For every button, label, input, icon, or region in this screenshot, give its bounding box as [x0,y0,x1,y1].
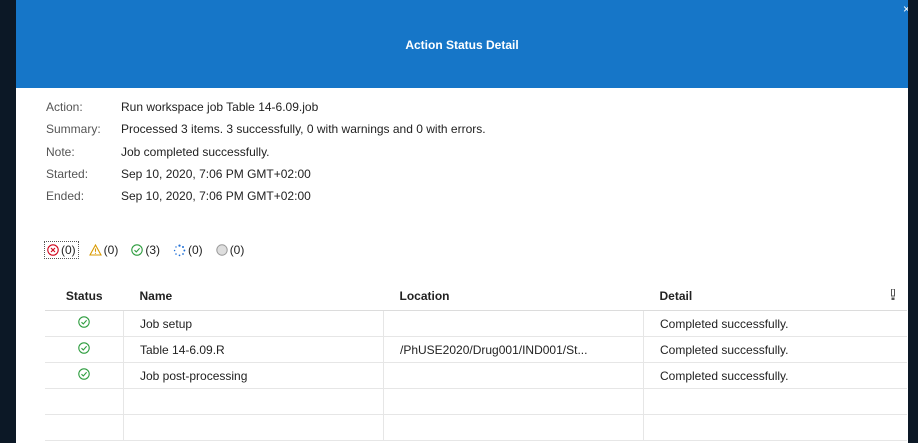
column-header-detail[interactable]: Detail [643,281,907,311]
column-header-status[interactable]: Status [45,281,124,311]
info-row-started: Started: Sep 10, 2020, 7:06 PM GMT+02:00 [46,163,486,185]
detail-cell: Completed successfully. [643,310,907,337]
empty-cell [643,388,907,415]
ended-value: Sep 10, 2020, 7:06 PM GMT+02:00 [121,189,311,204]
started-value: Sep 10, 2020, 7:06 PM GMT+02:00 [121,167,311,182]
column-menu-icon[interactable] [891,289,895,301]
spinner-icon [173,244,186,256]
status-table: Status Name Location Detail Job setup Co… [45,281,907,441]
empty-cell [45,414,124,441]
action-label: Action: [46,100,83,115]
warning-triangle-icon [88,244,102,256]
name-cell: Table 14-6.09.R [123,336,384,363]
location-cell [383,310,644,337]
ended-label: Ended: [46,189,85,204]
status-cell [45,362,124,389]
location-cell [383,362,644,389]
background-frame-right [908,0,918,443]
note-value: Job completed successfully. [121,144,270,159]
note-label: Note: [46,144,75,159]
name-cell: Job post-processing [123,362,384,389]
empty-cell [383,414,644,441]
empty-row [45,388,907,415]
info-row-action: Action: Run workspace job Table 14-6.09.… [46,96,486,118]
status-cell [45,336,124,363]
dialog-titlebar: Action Status Detail [16,0,908,88]
empty-cell [45,388,124,415]
location-cell: /PhUSE2020/Drug001/IND001/St... [383,336,644,363]
dialog-title: Action Status Detail [405,38,519,52]
info-row-summary: Summary: Processed 3 items. 3 successful… [46,118,486,140]
summary-label: Summary: [46,122,101,137]
check-circle-icon [78,316,90,328]
status-cell [45,310,124,337]
close-icon[interactable]: × [903,3,908,15]
check-circle-icon [78,342,90,354]
info-section: Action: Run workspace job Table 14-6.09.… [46,96,486,207]
column-header-name[interactable]: Name [123,281,384,311]
empty-cell [123,414,384,441]
info-row-note: Note: Job completed successfully. [46,141,486,163]
filter-running[interactable]: (0) [171,242,205,258]
filter-errors-count: (0) [61,243,76,257]
gray-circle-icon [215,244,228,256]
filter-success-count: (3) [145,243,161,257]
started-label: Started: [46,167,89,182]
filter-errors[interactable]: (0) [44,241,79,259]
filter-running-count: (0) [188,243,203,257]
action-status-dialog: Action Status Detail × Action: Run works… [16,0,908,443]
column-header-detail-label: Detail [659,288,693,303]
check-circle-icon [131,244,144,256]
filter-warnings-count: (0) [103,243,119,257]
name-cell: Job setup [123,310,384,337]
table-header-row: Status Name Location Detail [45,281,907,311]
filter-success[interactable]: (3) [129,242,162,258]
summary-value: Processed 3 items. 3 successfully, 0 wit… [121,122,486,137]
detail-cell: Completed successfully. [643,362,907,389]
check-circle-icon [78,368,90,380]
status-filter-bar: (0) (0) (3) (0) (0) [44,241,255,259]
action-value: Run workspace job Table 14-6.09.job [121,100,319,115]
empty-cell [643,414,907,441]
table-row[interactable]: Job setup Completed successfully. [45,310,907,337]
info-row-ended: Ended: Sep 10, 2020, 7:06 PM GMT+02:00 [46,185,486,207]
empty-cell [383,388,644,415]
table-row[interactable]: Table 14-6.09.R /PhUSE2020/Drug001/IND00… [45,336,907,363]
filter-warnings[interactable]: (0) [87,242,121,258]
filter-other-count: (0) [229,243,245,257]
table-row[interactable]: Job post-processing Completed successful… [45,362,907,389]
detail-cell: Completed successfully. [643,336,907,363]
background-frame-left [0,0,16,443]
column-header-location[interactable]: Location [383,281,644,311]
filter-other[interactable]: (0) [214,242,247,258]
empty-cell [123,388,384,415]
empty-row [45,414,907,441]
x-circle-icon [47,244,59,256]
